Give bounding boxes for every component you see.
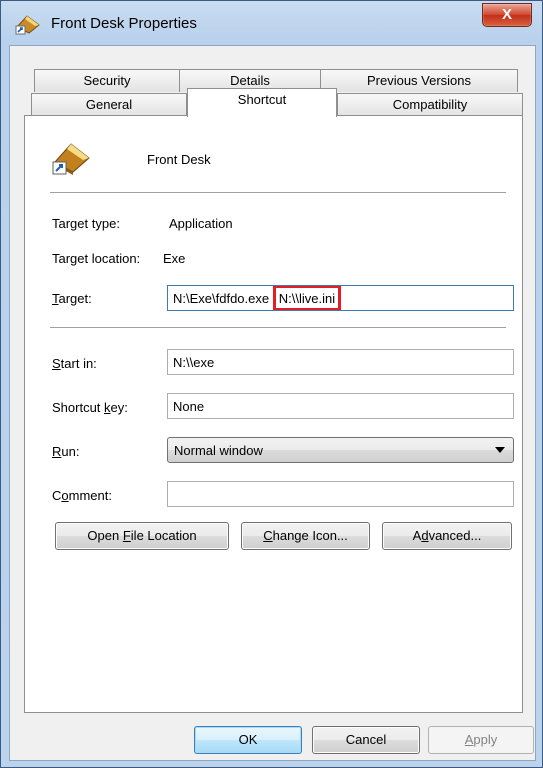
target-input-text: N:\Exe\fdfdo.exe [173,291,273,306]
run-select[interactable]: Normal window [167,437,514,463]
change-icon-button[interactable]: Change Icon... [241,522,370,550]
shortcut-tab-panel: Front Desk Target type: Application Targ… [24,115,523,713]
ok-button[interactable]: OK [194,726,302,754]
shortcut-key-label: Shortcut key: [52,400,128,415]
run-select-value: Normal window [174,443,263,458]
target-type-label: Target type: [52,216,120,231]
window-title: Front Desk Properties [51,15,197,32]
shortcut-name: Front Desk [147,152,211,167]
run-label: Run: [52,444,80,459]
shortcut-app-icon [15,15,40,35]
target-type-value: Application [169,216,233,231]
apply-button[interactable]: Apply [428,726,534,754]
app-shortcut-icon [52,143,90,175]
separator [50,327,506,329]
target-input[interactable]: N:\Exe\fdfdo.exe N:\\live.ini [167,285,514,311]
target-highlight-box: N:\\live.ini [272,286,342,310]
tab-security[interactable]: Security [34,69,180,92]
comment-input[interactable] [167,481,514,507]
target-location-label: Target location: [52,251,141,266]
tab-compatibility[interactable]: Compatibility [337,93,523,116]
cancel-button[interactable]: Cancel [312,726,420,754]
separator [50,192,506,194]
tab-previous-versions[interactable]: Previous Versions [320,69,518,92]
title-bar[interactable]: Front Desk Properties X [1,1,542,45]
advanced-button[interactable]: Advanced... [382,522,512,550]
chevron-down-icon [495,447,505,453]
properties-window: Front Desk Properties X Security Details… [0,0,543,768]
comment-label: Comment: [52,488,112,503]
shortcut-key-input[interactable]: None [167,393,514,419]
target-label: Target: [52,291,92,306]
start-in-input[interactable]: N:\\exe [167,349,514,375]
start-in-label: Start in: [52,356,97,371]
target-location-value: Exe [163,251,186,266]
tab-shortcut[interactable]: Shortcut [187,88,337,117]
close-button[interactable]: X [482,3,532,27]
open-file-location-button[interactable]: Open File Location [55,522,229,550]
tab-general[interactable]: General [31,93,187,116]
